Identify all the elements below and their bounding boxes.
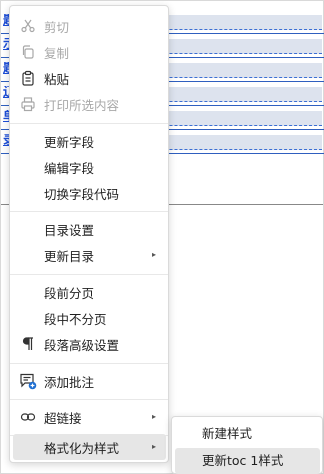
menu-item-paste[interactable]: 粘贴 [13, 65, 166, 91]
printer-icon [19, 95, 37, 113]
clipboard-icon [19, 69, 37, 87]
scissors-icon [19, 17, 37, 35]
submenu-item-update-toc1-style[interactable]: 更新toc 1样式 [175, 448, 320, 474]
menu-item-update-field[interactable]: 更新字段 [13, 128, 166, 154]
menu-item-label: 打印所选内容 [44, 97, 120, 113]
menu-item-label: 粘贴 [44, 71, 70, 87]
menu-item-paragraph-settings[interactable]: 段落高级设置 [13, 331, 166, 357]
submenu-item-label: 更新toc 1样式 [202, 453, 284, 468]
menu-item-label: 段前分页 [44, 285, 95, 301]
menu-item-update-toc[interactable]: 更新目录 ▸ [13, 242, 166, 268]
menu-item-label: 超链接 [44, 410, 82, 426]
submenu-item-new-style[interactable]: 新建样式 [175, 421, 320, 447]
menu-item-label: 更新字段 [44, 134, 95, 150]
menu-item-edit-field[interactable]: 编辑字段 [13, 154, 166, 180]
copy-icon [19, 43, 37, 61]
menu-item-format-as-style[interactable]: 格式化为样式 ▸ [13, 434, 166, 460]
style-submenu: 新建样式 更新toc 1样式 [171, 416, 323, 474]
menu-item-label: 编辑字段 [44, 160, 95, 176]
submenu-arrow-icon: ▸ [151, 250, 156, 259]
menu-item-label: 切换字段代码 [44, 186, 120, 202]
menu-separator [10, 123, 168, 124]
menu-separator [10, 399, 168, 400]
menu-item-label: 复制 [44, 45, 70, 61]
menu-item-label: 目录设置 [44, 222, 95, 238]
menu-item-toc-settings[interactable]: 目录设置 [13, 216, 166, 242]
menu-item-toggle-field-codes[interactable]: 切换字段代码 [13, 180, 166, 206]
menu-item-label: 添加批注 [44, 374, 95, 390]
menu-item-add-comment[interactable]: 添加批注 [13, 368, 166, 394]
menu-item-label: 格式化为样式 [44, 440, 120, 456]
menu-separator [10, 363, 168, 364]
menu-item-label: 更新目录 [44, 248, 95, 264]
menu-separator [10, 274, 168, 275]
menu-item-label: 剪切 [44, 19, 70, 35]
menu-item-page-break-before[interactable]: 段前分页 [13, 279, 166, 305]
menu-item-label: 段落高级设置 [44, 337, 120, 353]
pilcrow-icon [19, 335, 37, 353]
menu-item-label: 段中不分页 [44, 311, 107, 327]
menu-item-print-selection[interactable]: 打印所选内容 [13, 91, 166, 117]
menu-item-keep-lines-together[interactable]: 段中不分页 [13, 305, 166, 331]
submenu-item-label: 新建样式 [202, 426, 253, 441]
submenu-arrow-icon: ▸ [151, 412, 156, 421]
menu-item-hyperlink[interactable]: 超链接 ▸ [13, 404, 166, 430]
submenu-arrow-icon: ▸ [151, 442, 156, 451]
menu-separator [10, 211, 168, 212]
add-comment-icon [19, 372, 37, 390]
menu-item-cut[interactable]: 剪切 [13, 13, 166, 39]
menu-item-copy[interactable]: 复制 [13, 39, 166, 65]
context-menu: 剪切 复制 粘贴 打印所选内容 更新字段 编辑字段 切换字段代码 目录设置 更新… [9, 5, 169, 463]
link-icon [19, 408, 37, 426]
